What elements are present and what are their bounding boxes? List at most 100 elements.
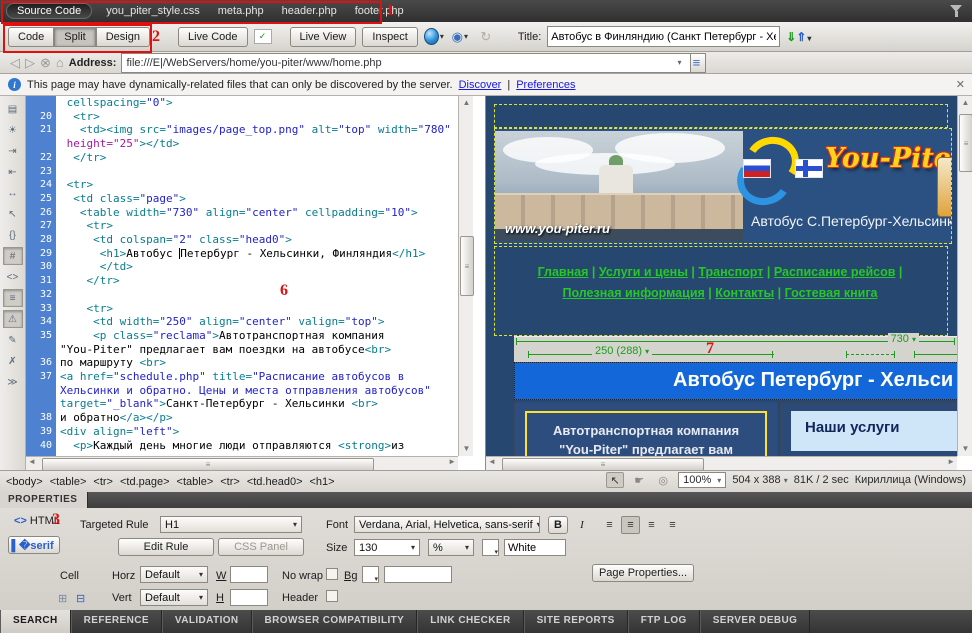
remove-comment-icon[interactable]: ✗ bbox=[3, 352, 23, 370]
css-panel-button[interactable]: CSS Panel bbox=[218, 538, 304, 556]
hand-tool-icon[interactable]: ☛ bbox=[630, 472, 648, 488]
design-horizontal-scrollbar[interactable]: ◄ ≡ ► bbox=[486, 456, 957, 470]
align-justify-icon[interactable]: ≡ bbox=[663, 516, 682, 534]
design-canvas[interactable]: You-Piter Автобус С.Петербург-Хельсинки … bbox=[486, 96, 957, 456]
apply-comment-icon[interactable]: ✎ bbox=[3, 331, 23, 349]
close-info-bar-icon[interactable]: ✕ bbox=[956, 78, 965, 91]
source-code-button[interactable]: Source Code bbox=[6, 3, 92, 19]
discover-link[interactable]: Discover bbox=[459, 79, 502, 91]
nav-link[interactable]: Гостевая книга bbox=[785, 286, 878, 300]
header-checkbox[interactable] bbox=[326, 590, 338, 602]
view-button-design[interactable]: Design bbox=[96, 27, 150, 47]
targeted-rule-dropdown[interactable]: H1▾ bbox=[160, 516, 302, 533]
nav-link[interactable]: Полезная информация bbox=[562, 286, 704, 300]
magnification-dropdown[interactable]: 100%▾ bbox=[678, 472, 726, 488]
css-mode-button[interactable]: ▌�serif bbox=[8, 536, 60, 554]
tag-selector-item[interactable]: <td.page> bbox=[120, 476, 170, 488]
font-dropdown[interactable]: Verdana, Arial, Helvetica, sans-serif▾ bbox=[354, 516, 540, 533]
address-input[interactable] bbox=[121, 53, 691, 73]
address-dropdown-icon[interactable]: ▾ bbox=[677, 58, 681, 67]
cell-width-input[interactable] bbox=[230, 566, 268, 583]
collapse-selection-icon[interactable]: ⇤ bbox=[3, 163, 23, 181]
window-size-dropdown[interactable]: 504 x 388 ▾ bbox=[732, 474, 787, 486]
results-tab-site-reports[interactable]: SITE REPORTS bbox=[524, 610, 628, 633]
balance-braces-icon[interactable]: {} bbox=[3, 226, 23, 244]
page-heading-cell[interactable]: Автобус Петербург - Хельси bbox=[514, 362, 957, 400]
tag-selector-item[interactable]: <table> bbox=[50, 476, 87, 488]
live-view-button[interactable]: Live View bbox=[290, 27, 357, 47]
filter-related-files-icon[interactable] bbox=[948, 3, 964, 19]
line-numbers-icon[interactable]: # bbox=[3, 247, 23, 265]
forward-icon[interactable]: ▷ bbox=[25, 55, 35, 71]
code-editor[interactable]: cellspacing="0">20 <tr>21 <td><img src="… bbox=[26, 96, 458, 456]
results-tab-reference[interactable]: REFERENCE bbox=[71, 610, 162, 633]
related-file-tab[interactable]: header.php bbox=[282, 5, 337, 17]
services-cell[interactable]: Наши услуги bbox=[780, 402, 957, 456]
column-width-250[interactable]: 250 (288) ▾ bbox=[592, 345, 652, 357]
view-button-split[interactable]: Split bbox=[54, 27, 95, 47]
table-width-bar[interactable]: 730 ▾ 250 (288) ▾ bbox=[514, 336, 957, 363]
code-horizontal-scrollbar[interactable]: ◄ ≡ ► bbox=[26, 456, 458, 470]
nav-link[interactable]: Расписание рейсов bbox=[774, 265, 896, 279]
tag-selector-item[interactable]: <tr> bbox=[220, 476, 240, 488]
scroll-up-icon[interactable]: ▲ bbox=[459, 96, 474, 110]
design-vertical-scrollbar[interactable]: ▲ ≡ ▼ bbox=[957, 96, 972, 456]
cell-height-input[interactable] bbox=[230, 589, 268, 606]
tag-selector-item[interactable]: <td.head0> bbox=[247, 476, 303, 488]
italic-button[interactable]: I bbox=[572, 516, 592, 534]
preview-in-browser-icon[interactable]: ▾ bbox=[424, 28, 444, 46]
page-properties-button[interactable]: Page Properties... bbox=[592, 564, 694, 582]
select-tool-icon[interactable]: ↖ bbox=[606, 472, 624, 488]
tag-selector-item[interactable]: <body> bbox=[6, 476, 43, 488]
align-left-icon[interactable]: ≡ bbox=[600, 516, 619, 534]
scroll-down-icon[interactable]: ▼ bbox=[958, 442, 972, 456]
nav-link[interactable]: Услуги и цены bbox=[599, 265, 688, 279]
expand-all-icon[interactable]: ↔ bbox=[3, 184, 23, 202]
related-file-tab[interactable]: meta.php bbox=[218, 5, 264, 17]
nav-link[interactable]: Транспорт bbox=[698, 265, 763, 279]
bg-color-input[interactable] bbox=[384, 566, 452, 583]
tag-selector-item[interactable]: <tr> bbox=[93, 476, 113, 488]
results-tab-browser-compatibility[interactable]: BROWSER COMPATIBILITY bbox=[252, 610, 418, 633]
results-tab-search[interactable]: SEARCH bbox=[0, 610, 71, 633]
syntax-error-alerts-icon[interactable]: ⚠ bbox=[3, 310, 23, 328]
horz-dropdown[interactable]: Default▾ bbox=[140, 566, 208, 583]
nowrap-checkbox[interactable] bbox=[326, 568, 338, 580]
site-header[interactable]: You-Piter Автобус С.Петербург-Хельсинки … bbox=[494, 128, 952, 244]
size-dropdown[interactable]: 130▾ bbox=[354, 539, 420, 556]
back-icon[interactable]: ◁ bbox=[10, 55, 20, 71]
vert-dropdown[interactable]: Default▾ bbox=[140, 589, 208, 606]
view-button-code[interactable]: Code bbox=[8, 27, 54, 47]
file-transfer-icons[interactable]: ⇓⇑▾ bbox=[786, 30, 811, 44]
bold-button[interactable]: B bbox=[548, 516, 568, 534]
table-width-730[interactable]: 730 ▾ bbox=[888, 333, 919, 345]
text-color-input[interactable] bbox=[504, 539, 566, 556]
check-browser-compatibility-icon[interactable]: ✓ bbox=[254, 29, 272, 44]
nav-link[interactable]: Контакты bbox=[715, 286, 774, 300]
merge-cells-icon[interactable]: ⊞ bbox=[58, 592, 67, 605]
bg-color-swatch[interactable]: ▾ bbox=[362, 566, 379, 583]
scroll-up-icon[interactable]: ▲ bbox=[958, 96, 972, 110]
results-tab-ftp-log[interactable]: FTP LOG bbox=[628, 610, 700, 633]
tag-selector-item[interactable]: <table> bbox=[177, 476, 214, 488]
live-code-button[interactable]: Live Code bbox=[178, 27, 248, 47]
text-color-swatch[interactable]: ▾ bbox=[482, 539, 499, 556]
align-right-icon[interactable]: ≡ bbox=[642, 516, 661, 534]
results-tab-link-checker[interactable]: LINK CHECKER bbox=[417, 610, 523, 633]
results-tab-server-debug[interactable]: SERVER DEBUG bbox=[700, 610, 811, 633]
format-source-code-icon[interactable]: ≫ bbox=[3, 373, 23, 391]
stop-icon[interactable]: ⊗ bbox=[40, 55, 51, 71]
size-unit-dropdown[interactable]: %▾ bbox=[428, 539, 474, 556]
highlight-invalid-code-icon[interactable]: <> bbox=[3, 268, 23, 286]
zoom-tool-icon[interactable]: ◎ bbox=[654, 472, 672, 488]
select-parent-tag-icon[interactable]: ↖ bbox=[3, 205, 23, 223]
refresh-design-view-icon[interactable]: ↻ bbox=[476, 28, 496, 46]
home-icon[interactable]: ⌂ bbox=[56, 55, 64, 70]
scroll-down-icon[interactable]: ▼ bbox=[459, 442, 474, 456]
nav-link[interactable]: Главная bbox=[538, 265, 589, 279]
related-file-tab[interactable]: you_piter_style.css bbox=[106, 5, 200, 17]
preferences-link[interactable]: Preferences bbox=[516, 79, 575, 91]
inspect-button[interactable]: Inspect bbox=[362, 27, 417, 47]
collapse-full-tag-icon[interactable]: ⇥ bbox=[3, 142, 23, 160]
open-documents-icon[interactable]: ▤ bbox=[3, 100, 23, 118]
